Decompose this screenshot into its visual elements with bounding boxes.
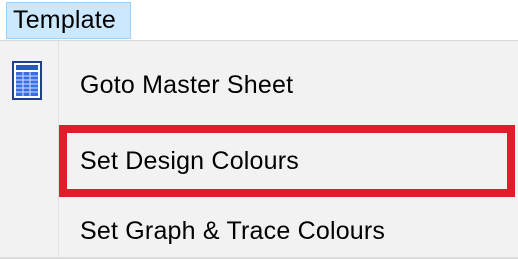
menu-item-set-graph-trace-colours[interactable]: Set Graph & Trace Colours <box>0 205 518 257</box>
menu-bar: Template <box>0 0 518 41</box>
template-dropdown-menu: Goto Master Sheet Set Design Colours Set… <box>0 41 518 259</box>
menu-item-label: Set Graph & Trace Colours <box>80 217 386 245</box>
spreadsheet-icon <box>12 61 42 100</box>
menu-item-goto-master-sheet[interactable]: Goto Master Sheet <box>0 59 518 111</box>
menu-template[interactable]: Template <box>6 2 132 39</box>
highlight-annotation-box <box>59 125 515 197</box>
menu-item-label: Goto Master Sheet <box>80 71 294 99</box>
